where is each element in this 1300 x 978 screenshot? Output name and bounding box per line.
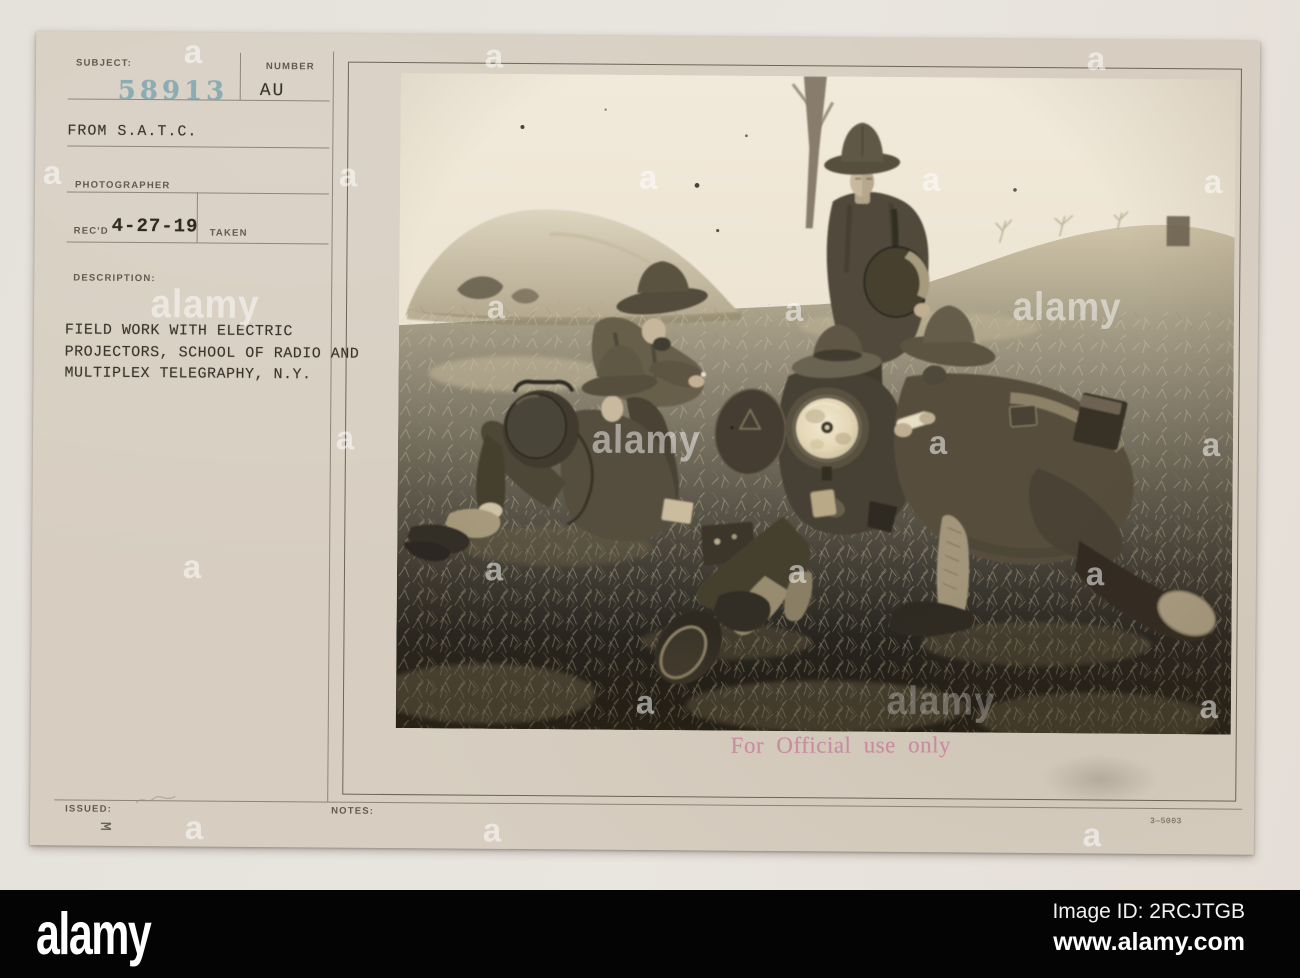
alamy-logo: alamy xyxy=(36,901,152,968)
description-line-2: PROJECTORS, SCHOOL OF RADIO AND xyxy=(64,343,360,363)
rule-left-column xyxy=(327,51,335,802)
subject-number-value: 58913 xyxy=(117,75,229,107)
watermark-a: a xyxy=(184,808,204,847)
issued-label: ISSUED: xyxy=(65,803,113,815)
rule-under-from xyxy=(67,145,330,149)
watermark-a: a xyxy=(1082,815,1102,854)
alamy-website-text: www.alamy.com xyxy=(1053,928,1245,956)
photo-aging xyxy=(395,73,1236,735)
watermark-a: a xyxy=(183,32,203,71)
rule-subject-number-divider xyxy=(239,52,242,100)
watermark-layer: a a a a a a a a alamy a a alamy a alamy … xyxy=(36,31,1260,853)
description-label: DESCRIPTION: xyxy=(73,272,156,285)
watermark-a: a xyxy=(42,153,62,191)
photo-scene xyxy=(376,73,1247,745)
stock-photo-page: SUBJECT: NUMBER 58913 AU FROM S.A.T.C. P… xyxy=(0,0,1300,978)
archive-card: SUBJECT: NUMBER 58913 AU FROM S.A.T.C. P… xyxy=(29,31,1261,855)
watermark-a: a xyxy=(482,811,502,849)
photograph xyxy=(376,73,1247,745)
number-label: NUMBER xyxy=(265,61,315,73)
photographer-label: PHOTOGRAPHER xyxy=(74,179,171,192)
from-line: FROM S.A.T.C. xyxy=(67,122,198,141)
alamy-footer-bar: alamy Image ID: 2RCJTGB www.alamy.com xyxy=(0,890,1300,978)
description-line-1: FIELD WORK WITH ELECTRIC xyxy=(64,321,293,341)
issued-pencil-scribble xyxy=(135,795,176,804)
recd-date-value: 4-27-19 xyxy=(111,214,199,238)
notes-label: NOTES: xyxy=(331,805,375,817)
print-code: 3—5003 xyxy=(1150,816,1182,827)
subject-label: SUBJECT: xyxy=(75,57,133,69)
issued-mark: M xyxy=(95,821,114,831)
description-line-3: MULTIPLEX TELEGRAPHY, N.Y. xyxy=(64,364,312,384)
official-use-stamp: For Official use only xyxy=(730,732,952,758)
watermark-a: a xyxy=(182,547,202,586)
number-value: AU xyxy=(259,80,286,102)
ink-smudge xyxy=(1035,751,1166,815)
taken-label: TAKEN xyxy=(209,227,248,239)
watermark-alamy: alamy xyxy=(150,282,260,327)
image-id-text: Image ID: 2RCJTGB xyxy=(1052,900,1245,923)
recd-label: REC'D xyxy=(73,225,109,237)
